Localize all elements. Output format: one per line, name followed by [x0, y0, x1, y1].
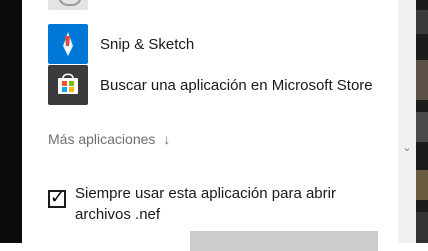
scrollbar[interactable]: ⌄	[398, 0, 416, 243]
app-label: Snip & Sketch	[100, 35, 195, 53]
always-use-label: Siempre usar esta aplicación para abrir …	[75, 185, 336, 223]
checkmark-icon: ✓	[50, 187, 66, 207]
background-window-left	[0, 0, 22, 243]
more-apps-link[interactable]: Más aplicaciones ↓	[48, 131, 170, 147]
more-apps-label: Más aplicaciones	[48, 131, 156, 147]
app-option-snip-sketch[interactable]: Snip & Sketch	[48, 24, 194, 64]
app-option-microsoft-store[interactable]: Buscar una aplicación en Microsoft Store	[48, 65, 373, 105]
arrow-down-icon: ↓	[163, 131, 171, 147]
snip-sketch-icon	[48, 24, 88, 64]
app-label: Buscar una aplicación en Microsoft Store	[100, 76, 373, 94]
background-window-right	[416, 0, 428, 243]
always-use-checkbox[interactable]: ✓	[48, 187, 66, 208]
scroll-down-icon[interactable]: ⌄	[398, 140, 416, 156]
ok-button[interactable]	[190, 231, 378, 251]
open-with-dialog: Snip & Sketch Buscar una aplicación en M…	[22, 0, 398, 251]
microsoft-store-icon	[48, 65, 88, 105]
partial-app-icon	[48, 0, 88, 10]
always-use-option[interactable]: ✓ Siempre usar esta aplicación para abri…	[48, 183, 375, 225]
